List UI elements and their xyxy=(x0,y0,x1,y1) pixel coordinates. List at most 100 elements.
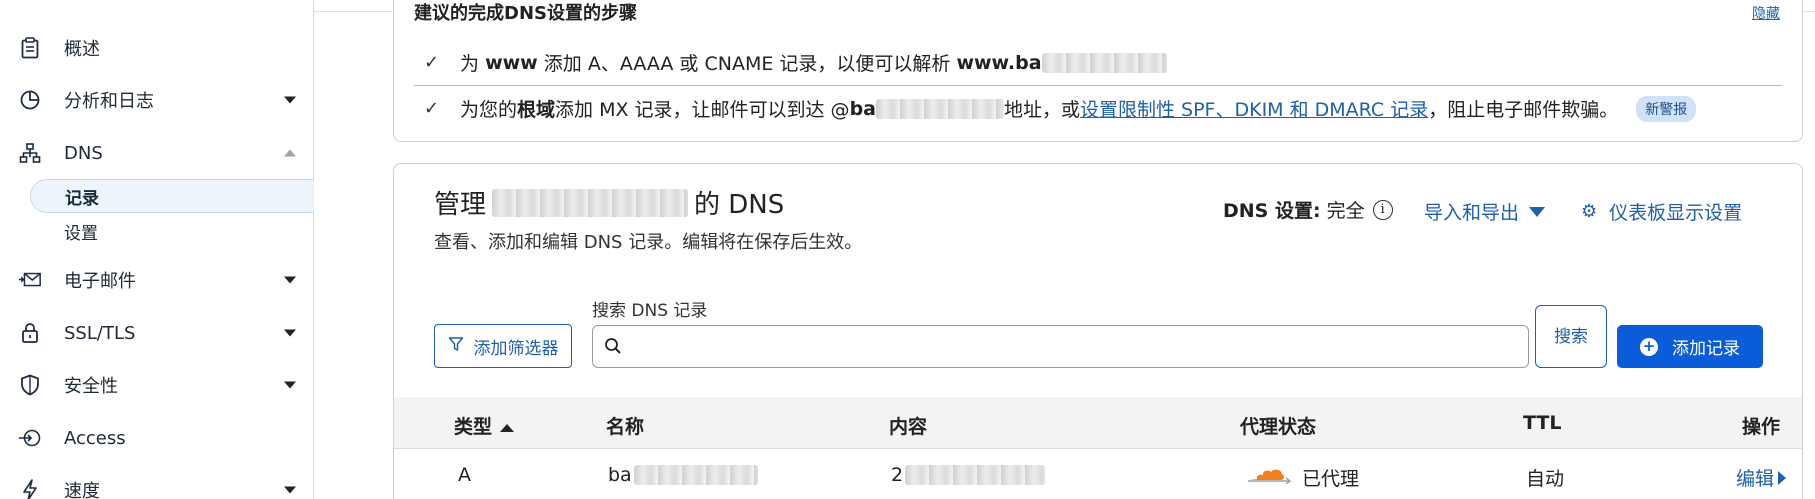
suggestion-mx: ✓ 为您的 根域 添加 MX 记录，让邮件可以到达 @ ba 地址，或 设置限制性 SPF… xyxy=(424,95,1697,122)
title-prefix: 管理 xyxy=(434,190,487,220)
sidebar-item-label: Access xyxy=(64,427,126,449)
redacted-domain xyxy=(875,98,1004,119)
cell-name-text: ba xyxy=(608,464,632,486)
sidebar-subitem-settings[interactable]: 设置 xyxy=(30,214,314,248)
sidebar-item-label: 分析和日志 xyxy=(64,91,154,112)
sidebar-item-speed[interactable]: 速度 xyxy=(0,470,313,499)
setup-suggestions-card: 建议的完成DNS设置的步骤 隐藏 ✓ 为 www 添加 A、AAAA 或 CNA… xyxy=(393,0,1803,142)
cell-proxy-status: 已代理 xyxy=(1246,464,1359,491)
sidebar-item-label: 速度 xyxy=(64,481,100,499)
sidebar-item-access[interactable]: Access xyxy=(0,418,313,458)
table-row[interactable]: A ba 2 已代理 自动 编辑 xyxy=(394,450,1802,499)
chevron-right-icon xyxy=(1778,470,1787,485)
column-header-name[interactable]: 名称 xyxy=(606,412,644,439)
column-header-type[interactable]: 类型 xyxy=(454,412,515,439)
dns-management-card: 管理 的 DNS 查看、添加和编辑 DNS 记录。编辑将在保存后生效。 DNS … xyxy=(393,163,1803,499)
info-icon[interactable]: i xyxy=(1372,199,1393,220)
cell-content-text: 2 xyxy=(891,464,904,486)
search-button[interactable]: 搜索 xyxy=(1535,305,1607,368)
sidebar-item-email[interactable]: 电子邮件 xyxy=(0,260,313,300)
suggestion-www: ✓ 为 www 添加 A、AAAA 或 CNAME 记录，以便可以解析 www.… xyxy=(424,49,1167,76)
dashboard-settings-label: 仪表板显示设置 xyxy=(1609,202,1743,224)
checkmark-icon: ✓ xyxy=(424,52,440,73)
edit-record-link[interactable]: 编辑 xyxy=(1736,464,1787,491)
suggestion-text: ，阻止电子邮件欺骗。 xyxy=(1428,99,1619,121)
cell-type: A xyxy=(458,464,471,486)
column-header-label: 类型 xyxy=(454,416,493,438)
add-filter-label: 添加筛选器 xyxy=(473,338,559,359)
sidebar-subitem-label: 记录 xyxy=(65,188,99,209)
sidebar: 概述 分析和日志 DNS 记录 设置 电子邮件 SSL/TLS 安全性 Acce… xyxy=(0,0,314,499)
sidebar-item-label: 概述 xyxy=(64,39,100,60)
dns-settings-label: DNS 设置: xyxy=(1223,200,1321,222)
column-header-content[interactable]: 内容 xyxy=(889,412,927,439)
add-record-button[interactable]: + 添加记录 xyxy=(1617,325,1763,368)
dns-settings-value: 完全 xyxy=(1326,200,1365,222)
chevron-down-icon[interactable] xyxy=(284,329,296,337)
lightning-icon xyxy=(18,478,42,499)
redacted-domain xyxy=(1041,52,1167,73)
clipboard-icon xyxy=(18,36,42,60)
sidebar-item-label: SSL/TLS xyxy=(64,322,136,344)
access-icon xyxy=(18,426,42,450)
sidebar-subitem-label: 设置 xyxy=(64,223,98,244)
banner-title: 建议的完成DNS设置的步骤 xyxy=(414,3,637,24)
email-security-link[interactable]: 设置限制性 SPF、DKIM 和 DMARC 记录 xyxy=(1080,95,1428,122)
chevron-up-icon[interactable] xyxy=(284,149,296,157)
network-tree-icon xyxy=(18,141,42,165)
column-header-proxy-status: 代理状态 xyxy=(1240,416,1317,438)
suggestion-text: 添加 A、AAAA 或 CNAME 记录，以便可以解析 xyxy=(543,53,951,75)
suggestion-text: 为 xyxy=(460,53,480,75)
cell-name: ba xyxy=(608,464,758,486)
sort-ascending-icon xyxy=(500,423,515,432)
domain-text: ba xyxy=(849,97,876,120)
suggestion-bold: 根域 xyxy=(517,99,556,121)
chevron-down-icon[interactable] xyxy=(284,381,296,389)
redacted-name xyxy=(633,465,758,485)
proxy-status-text: 已代理 xyxy=(1302,468,1360,490)
redacted-domain xyxy=(492,188,689,217)
suggestion-text: 添加 MX 记录，让邮件可以到达 @ xyxy=(555,99,850,121)
cell-content: 2 xyxy=(891,464,1046,486)
search-input[interactable] xyxy=(592,325,1529,368)
pie-chart-icon xyxy=(18,88,42,112)
sidebar-item-label: DNS xyxy=(64,142,103,164)
add-record-label: 添加记录 xyxy=(1672,339,1740,359)
dns-settings-status: DNS 设置: 完全 i xyxy=(1223,196,1393,223)
cloud-proxied-icon xyxy=(1246,466,1292,489)
sidebar-subitem-records[interactable]: 记录 xyxy=(30,179,314,213)
sidebar-item-analytics[interactable]: 分析和日志 xyxy=(0,80,313,120)
cell-ttl: 自动 xyxy=(1526,468,1565,490)
chevron-down-icon[interactable] xyxy=(284,276,296,284)
sidebar-item-label: 电子邮件 xyxy=(64,271,136,292)
search-icon xyxy=(604,337,622,359)
sidebar-item-ssl-tls[interactable]: SSL/TLS xyxy=(0,313,313,353)
suggestion-bold: www xyxy=(485,51,538,74)
divider xyxy=(414,85,1782,86)
gear-icon: ⚙ xyxy=(1581,201,1598,222)
chevron-down-icon xyxy=(1529,206,1546,217)
import-export-dropdown[interactable]: 导入和导出 xyxy=(1424,198,1546,225)
sidebar-item-label: 安全性 xyxy=(64,376,118,397)
suggestion-text: 地址，或 xyxy=(1003,99,1080,121)
shield-icon xyxy=(18,373,42,397)
column-header-ttl[interactable]: TTL xyxy=(1523,412,1561,434)
column-header-actions: 操作 xyxy=(1742,416,1781,438)
sidebar-item-overview[interactable]: 概述 xyxy=(0,28,313,68)
import-export-label: 导入和导出 xyxy=(1424,202,1520,224)
email-forward-icon xyxy=(18,268,42,292)
page-subtitle: 查看、添加和编辑 DNS 记录。编辑将在保存后生效。 xyxy=(434,232,863,253)
sidebar-item-security[interactable]: 安全性 xyxy=(0,365,313,405)
domain-text: www.ba xyxy=(956,51,1042,74)
add-filter-button[interactable]: 添加筛选器 xyxy=(434,324,572,368)
dashboard-display-settings-button[interactable]: ⚙ 仪表板显示设置 xyxy=(1581,198,1742,225)
filter-icon xyxy=(448,336,464,357)
suggestion-text: 为您的 xyxy=(460,99,518,121)
new-alert-badge: 新警报 xyxy=(1636,95,1697,122)
chevron-down-icon[interactable] xyxy=(284,486,296,494)
plus-circle-icon: + xyxy=(1640,337,1658,356)
lock-icon xyxy=(18,321,42,345)
chevron-down-icon[interactable] xyxy=(284,96,296,104)
sidebar-item-dns[interactable]: DNS xyxy=(0,133,313,173)
hide-link[interactable]: 隐藏 xyxy=(1752,3,1780,23)
